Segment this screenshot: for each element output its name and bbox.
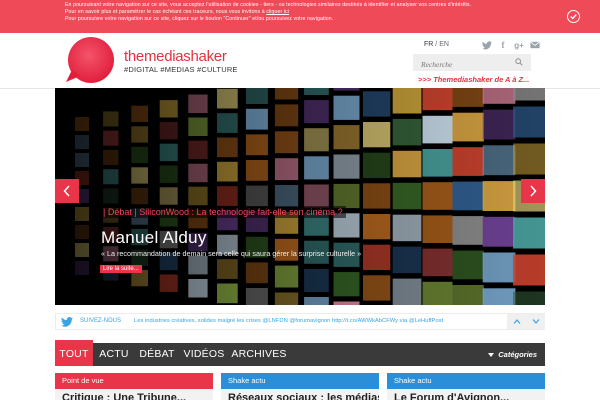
social-links: f g+ <box>482 40 540 50</box>
card-category[interactable]: Point de vue <box>55 373 213 389</box>
twitter-icon[interactable] <box>61 317 73 327</box>
cookie-accept-button[interactable] <box>567 10 580 23</box>
nav-tab-archives[interactable]: ARCHIVES <box>231 343 287 366</box>
facebook-icon[interactable]: f <box>498 40 508 50</box>
twitter-icon[interactable] <box>482 40 492 50</box>
check-icon <box>570 14 577 20</box>
slide-quote: « La recommandation de demain sera celle… <box>101 249 362 258</box>
chevron-down-icon <box>532 319 539 324</box>
article-card[interactable]: Shake actu Le Forum d'Avignon... <box>387 373 545 400</box>
cookie-text: En poursuivant votre navigation sur ce s… <box>65 2 471 23</box>
tagline: #DIGITAL #MEDIAS #CULTURE <box>124 65 238 74</box>
card-category[interactable]: Shake actu <box>221 373 379 389</box>
card-title[interactable]: Critique : Une Tribune... <box>62 392 186 400</box>
read-more-button[interactable]: Lire la suite... <box>100 265 142 273</box>
categories-label: Catégories <box>498 350 537 359</box>
cookie-line-1: En poursuivant votre navigation sur ce s… <box>65 2 472 8</box>
latest-tweet[interactable]: Les industries créatives, solides malgré… <box>134 318 443 324</box>
cookie-settings-link[interactable]: cliquer ici <box>266 9 289 15</box>
main-nav: TOUT ACTU DÉBAT VIDÉOS ARCHIVES Catégori… <box>55 340 545 366</box>
slider-next-button[interactable] <box>521 179 545 203</box>
categories-dropdown[interactable]: Catégories <box>488 350 537 359</box>
cookie-line-3: Pour poursuivre votre navigation sur ce … <box>65 16 334 22</box>
article-card[interactable]: Shake actu Réseaux sociaux : les médias.… <box>221 373 379 400</box>
ticker-down-button[interactable] <box>526 314 545 329</box>
slide-category[interactable]: | Débat | SiliconWood : La technologie f… <box>100 206 346 218</box>
article-card[interactable]: Point de vue Critique : Une Tribune... <box>55 373 213 400</box>
cookie-banner: En poursuivant votre navigation sur ce s… <box>0 0 600 33</box>
card-title[interactable]: Le Forum d'Avignon... <box>394 392 509 400</box>
twitter-ticker: SUIVEZ-NOUS Les industries créatives, so… <box>55 313 545 330</box>
google-plus-icon[interactable]: g+ <box>514 40 524 50</box>
cookie-line-2-text: Pour en savoir plus et paramétrer le cas… <box>65 9 267 15</box>
follow-us-link[interactable]: SUIVEZ-NOUS <box>80 318 121 324</box>
card-category[interactable]: Shake actu <box>387 373 545 389</box>
logo-bubble-icon[interactable] <box>64 36 118 88</box>
lang-en[interactable]: EN <box>439 41 449 48</box>
chevron-right-icon <box>530 185 537 197</box>
a-to-z-link[interactable]: >>> Themediashaker de A à Z... <box>418 75 529 84</box>
language-switcher: FR / EN <box>424 41 449 48</box>
nav-tab-debate[interactable]: DÉBAT <box>135 343 179 366</box>
brand-name[interactable]: themediashaker <box>124 48 227 65</box>
search-box <box>413 54 531 73</box>
cookie-line-2: Pour en savoir plus et paramétrer le cas… <box>65 9 471 16</box>
card-title[interactable]: Réseaux sociaux : les médias... <box>228 392 379 400</box>
nav-tab-news[interactable]: ACTU <box>95 343 133 366</box>
nav-tab-all[interactable]: TOUT <box>55 340 93 366</box>
search-input[interactable] <box>413 56 513 73</box>
ticker-up-button[interactable] <box>507 314 526 329</box>
nav-tab-videos[interactable]: VIDÉOS <box>181 343 227 366</box>
site-header: themediashaker #DIGITAL #MEDIAS #CULTURE… <box>0 33 600 89</box>
chevron-left-icon <box>63 185 70 197</box>
mail-icon[interactable] <box>530 40 540 50</box>
caret-down-icon <box>488 353 495 358</box>
chevron-up-icon <box>513 319 520 324</box>
slider-prev-button[interactable] <box>55 179 79 203</box>
search-icon[interactable] <box>515 58 523 66</box>
slide-author[interactable]: Manuel Alduy <box>101 228 207 248</box>
lang-fr[interactable]: FR <box>424 41 433 48</box>
